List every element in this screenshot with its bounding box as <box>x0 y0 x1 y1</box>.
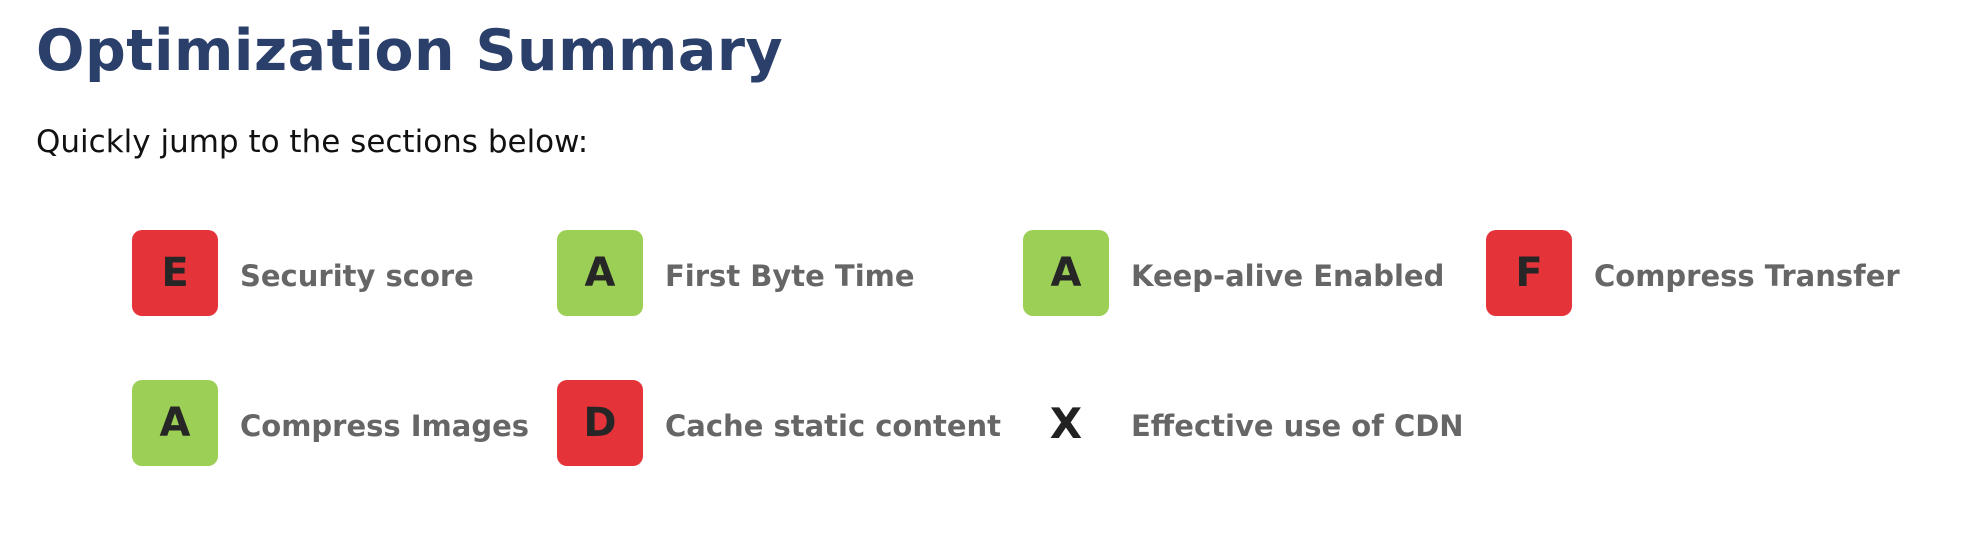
summary-label: Effective use of CDN <box>1131 409 1464 443</box>
summary-label: Compress Transfer <box>1594 259 1900 293</box>
summary-link-cache-static-content[interactable]: D Cache static content <box>557 380 1001 466</box>
grade-badge: A <box>1023 230 1109 316</box>
summary-link-compress-images[interactable]: A Compress Images <box>132 380 529 466</box>
summary-label: Security score <box>240 259 474 293</box>
grade-badge: A <box>132 380 218 466</box>
summary-link-security-score[interactable]: E Security score <box>132 230 474 316</box>
grade-badge: A <box>557 230 643 316</box>
summary-label: Keep-alive Enabled <box>1131 259 1445 293</box>
summary-label: First Byte Time <box>665 259 915 293</box>
grade-badge: X <box>1049 398 1083 448</box>
page-title: Optimization Summary <box>36 18 784 84</box>
page-subtitle: Quickly jump to the sections below: <box>36 124 589 160</box>
summary-link-first-byte-time[interactable]: A First Byte Time <box>557 230 915 316</box>
grade-badge: D <box>557 380 643 466</box>
summary-label: Cache static content <box>665 409 1002 443</box>
summary-link-keep-alive[interactable]: A Keep-alive Enabled <box>1023 230 1444 316</box>
summary-link-compress-transfer[interactable]: F Compress Transfer <box>1486 230 1900 316</box>
summary-link-effective-cdn[interactable]: X Effective use of CDN <box>1023 380 1464 466</box>
summary-label: Compress Images <box>240 409 530 443</box>
grade-badge: E <box>132 230 218 316</box>
optimization-summary-page: Optimization Summary Quickly jump to the… <box>0 0 1984 536</box>
grade-badge: F <box>1486 230 1572 316</box>
